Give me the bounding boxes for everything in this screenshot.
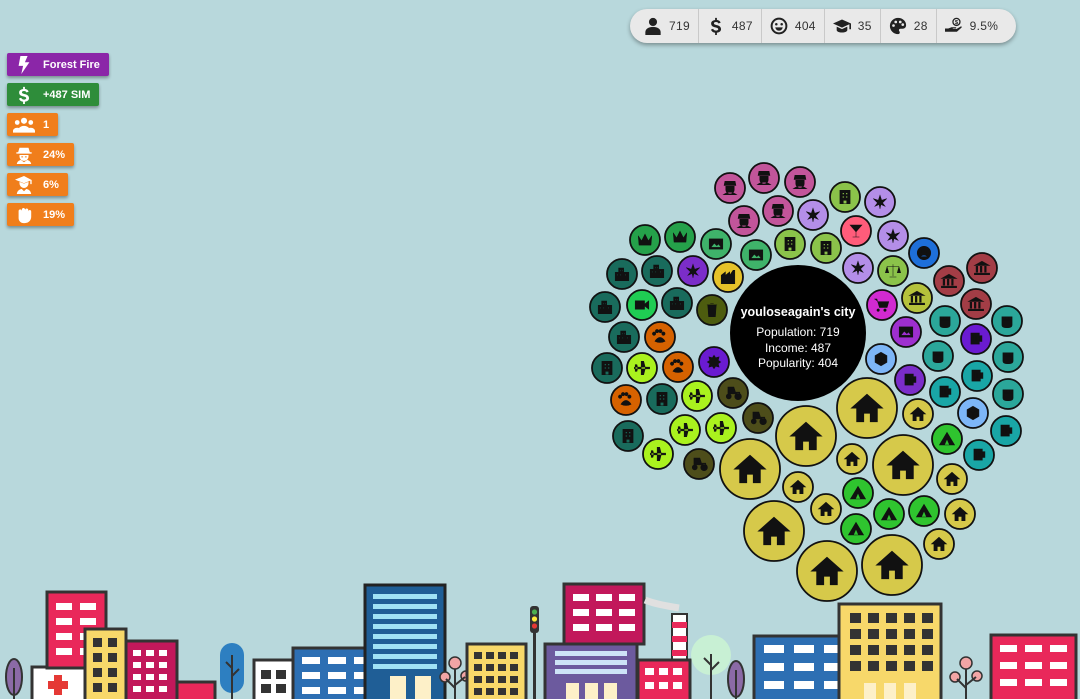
blue-skyscraper: [363, 583, 447, 699]
purple-tree-right: [727, 660, 745, 699]
white-house: [252, 658, 296, 699]
blue-tree: [220, 643, 244, 699]
hospital-building: [30, 665, 88, 699]
magenta-tower-mid: [562, 582, 646, 646]
yellow-tower-right: [837, 602, 943, 699]
yellow-building-left: [83, 627, 128, 699]
small-red-building: [175, 680, 217, 699]
traffic-light: [530, 606, 539, 699]
pink-tree-right: [949, 656, 983, 699]
magenta-building-left: [124, 639, 179, 699]
yellow-building-mid: [465, 642, 528, 699]
factory-chimney: [636, 596, 692, 699]
red-building-right: [989, 633, 1078, 699]
tree-left: [5, 658, 23, 699]
mint-tree: [691, 635, 731, 699]
city-skyline-illustration: [5, 582, 1078, 699]
purple-building: [543, 642, 639, 699]
